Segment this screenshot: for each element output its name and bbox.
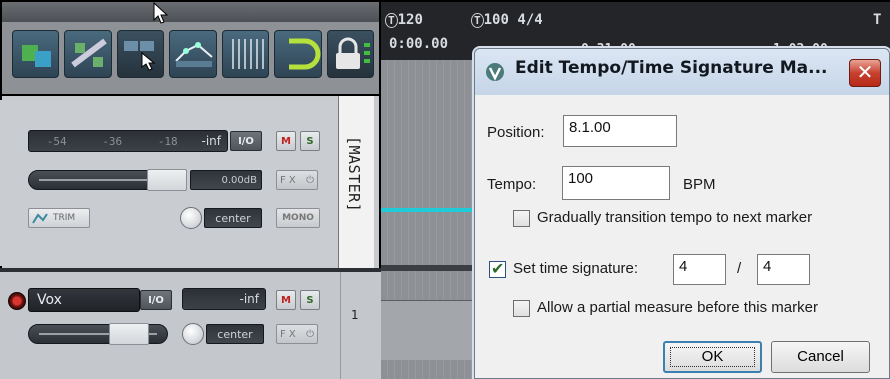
checkmark-icon: ✔ [491, 259, 505, 278]
master-track: -54 -36 -18 -inf I/O M S 0.00dB F X ⏻ TR… [0, 100, 340, 266]
meter-tick: -36 [102, 134, 123, 148]
track-vox: Vox I/O -inf M S center F X ⏻ [0, 272, 381, 379]
envelope-points-icon[interactable] [169, 30, 217, 78]
signature-numerator-input[interactable]: 4 [673, 254, 726, 285]
tempo-envelope-line[interactable] [381, 208, 481, 212]
master-volume-fader[interactable] [28, 169, 187, 191]
focus-ring [670, 347, 755, 367]
master-meter: -54 -36 -18 -inf [28, 130, 228, 152]
track-pan-readout: center [206, 324, 264, 344]
track-peak-readout: -inf [239, 292, 260, 306]
signature-separator: / [737, 260, 742, 277]
fx-label: F X [280, 329, 296, 340]
power-icon[interactable]: ⏻ [306, 325, 314, 344]
position-label: Position: [487, 124, 545, 141]
track-name-field[interactable]: Vox [28, 288, 140, 312]
toolbar-top-strip [2, 2, 379, 22]
master-mute-button[interactable]: M [276, 131, 296, 151]
set-time-signature-label[interactable]: Set time signature: [513, 260, 638, 277]
tempo-marker-2[interactable]: T 100 4/4 [471, 12, 543, 28]
master-trim-button[interactable]: TRIM [28, 208, 90, 228]
master-pan-readout: center [204, 208, 262, 228]
ripple-edit-icon[interactable] [64, 30, 112, 78]
track-solo-button[interactable]: S [300, 290, 320, 310]
track-io-button[interactable]: I/O [140, 290, 172, 310]
tempo-marker-icon: T [471, 13, 484, 28]
fader-handle[interactable] [109, 323, 149, 345]
reaper-app-icon [486, 63, 504, 81]
tempo-marker-1[interactable]: T 120 [385, 12, 423, 28]
gradual-transition-checkbox[interactable] [513, 210, 530, 227]
tempo-unit: BPM [683, 176, 716, 193]
master-label-text: [MASTER] [345, 136, 363, 213]
trim-label: TRIM [53, 213, 76, 223]
meter-tick: -18 [157, 134, 178, 148]
ok-button[interactable]: OK [663, 341, 762, 373]
dialog-titlebar[interactable]: Edit Tempo/Time Signature Ma... ✕ [475, 49, 889, 95]
envelope-icon [32, 213, 48, 224]
tempo-label: Tempo: [487, 176, 537, 193]
close-button[interactable]: ✕ [849, 59, 881, 87]
media-item[interactable] [381, 300, 481, 360]
meter-tick: -54 [46, 134, 67, 148]
master-solo-button[interactable]: S [300, 131, 320, 151]
record-arm-button[interactable] [8, 292, 26, 310]
master-io-button[interactable]: I/O [230, 131, 262, 151]
gradual-transition-label[interactable]: Gradually transition tempo to next marke… [537, 209, 812, 226]
position-input[interactable]: 8.1.00 [563, 115, 677, 147]
toolbar-buttons [12, 30, 374, 78]
close-icon: ✕ [856, 60, 874, 84]
master-pan-knob[interactable] [180, 207, 202, 229]
fader-handle[interactable] [147, 169, 187, 191]
autosnap-icon[interactable] [12, 30, 60, 78]
master-track-label: [MASTER] [338, 96, 374, 268]
tempo-marker-icon: T [385, 13, 398, 28]
edit-tempo-dialog: Edit Tempo/Time Signature Ma... ✕ Positi… [474, 48, 890, 379]
loop-icon[interactable] [274, 30, 322, 78]
track-mute-button[interactable]: M [276, 290, 296, 310]
master-peak-readout: -inf [201, 134, 222, 148]
track-lane-divider [381, 265, 481, 271]
tempo-input[interactable]: 100 [562, 166, 670, 200]
track-number-text: 1 [351, 308, 359, 322]
main-toolbar [0, 0, 381, 96]
master-mono-button[interactable]: MONO [276, 208, 320, 228]
fx-label: F X [280, 175, 296, 186]
mouse-cursor-icon [153, 2, 169, 24]
snap-grid-icon[interactable] [221, 30, 270, 78]
track-fx-button[interactable]: F X ⏻ [276, 324, 318, 344]
partial-measure-checkbox[interactable] [513, 300, 530, 317]
set-time-signature-checkbox[interactable]: ✔ [489, 259, 506, 278]
time-label: 0:00.00 [389, 36, 449, 52]
master-volume-readout: 0.00dB [190, 170, 262, 190]
track-number: 1 [340, 272, 380, 379]
partial-measure-label[interactable]: Allow a partial measure before this mark… [537, 299, 818, 316]
cancel-button[interactable]: Cancel [771, 341, 870, 373]
power-icon[interactable]: ⏻ [306, 171, 314, 190]
grid-edit-icon[interactable] [116, 30, 165, 78]
signature-denominator-input[interactable]: 4 [757, 254, 810, 285]
track-meter: -inf [182, 288, 266, 310]
dialog-title: Edit Tempo/Time Signature Ma... [515, 58, 828, 78]
master-fx-button[interactable]: F X ⏻ [276, 170, 318, 190]
track-pan-knob[interactable] [182, 323, 204, 345]
lock-icon[interactable] [326, 30, 374, 78]
track-volume-fader[interactable] [28, 323, 168, 345]
tempo-marker-icon[interactable]: T [873, 12, 881, 28]
